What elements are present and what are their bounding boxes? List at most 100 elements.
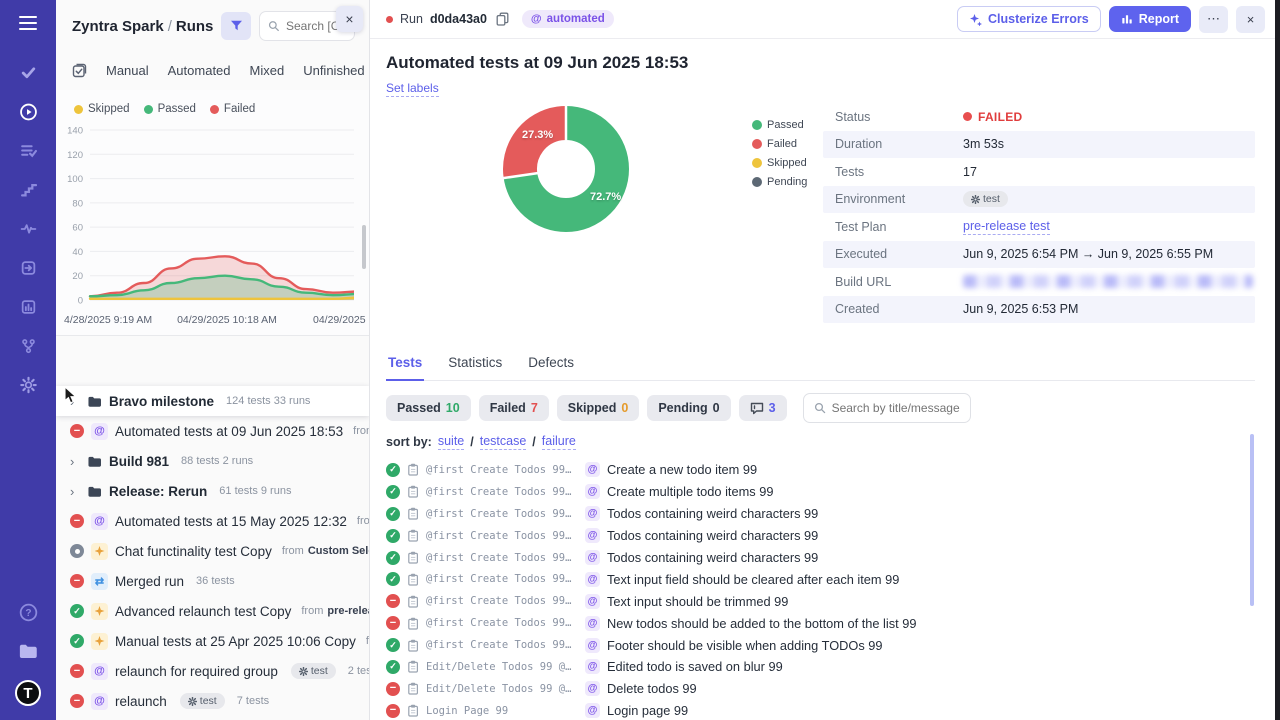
donut-legend-item[interactable]: Skipped bbox=[752, 157, 807, 169]
filter-chip[interactable]: Pending0 bbox=[647, 395, 730, 421]
comments-count: 3 bbox=[769, 401, 776, 415]
more-button[interactable]: ⋯ bbox=[1199, 6, 1228, 33]
run-source[interactable]: pre-release test bbox=[327, 605, 369, 617]
run-tab[interactable]: Defects bbox=[526, 349, 576, 380]
test-plan-link[interactable]: pre-release test bbox=[963, 219, 1050, 235]
test-row[interactable]: @first Create Todos 99… Create multiple … bbox=[386, 481, 1255, 503]
import-icon[interactable] bbox=[20, 259, 37, 276]
run-list-item[interactable]: › Build 981 88 tests 2 runs bbox=[56, 446, 369, 476]
run-list-item[interactable]: Manual tests at 25 Apr 2025 10:06 Copy f… bbox=[56, 626, 369, 656]
test-suite: @first Create Todos 99… bbox=[426, 552, 578, 564]
runs-type-tab[interactable]: Automated bbox=[168, 63, 231, 78]
branch-icon[interactable] bbox=[20, 337, 37, 354]
bar-chart-icon[interactable] bbox=[20, 298, 37, 315]
chart-legend-item[interactable]: Skipped bbox=[74, 103, 130, 115]
copy-icon[interactable] bbox=[496, 12, 509, 26]
close-run-button[interactable]: × bbox=[1236, 6, 1265, 33]
run-list-item[interactable]: relaunch for required group test 2 tests bbox=[56, 656, 369, 686]
runs-type-tab[interactable]: Unfinished bbox=[303, 63, 364, 78]
test-row[interactable]: @first Create Todos 99… Todos containing… bbox=[386, 503, 1255, 525]
filter-button[interactable] bbox=[221, 12, 251, 40]
chart-legend-item[interactable]: Failed bbox=[210, 103, 255, 115]
donut-legend-item[interactable]: Pending bbox=[752, 176, 807, 188]
test-row[interactable]: @first Create Todos 99… Text input shoul… bbox=[386, 590, 1255, 612]
results-donut-chart: 27.3% 72.7% bbox=[496, 99, 636, 239]
run-list-item[interactable]: Chat functinality test Copy fromCustom S… bbox=[56, 536, 369, 566]
donut-passed-label: 72.7% bbox=[590, 191, 621, 203]
status-value: FAILED bbox=[963, 110, 1022, 124]
donut-legend-item[interactable]: Failed bbox=[752, 138, 807, 150]
run-title: relaunch bbox=[115, 694, 167, 709]
runs-type-tab[interactable]: Mixed bbox=[250, 63, 285, 78]
run-tab[interactable]: Tests bbox=[386, 349, 424, 381]
test-row[interactable]: @first Create Todos 99… Todos containing… bbox=[386, 547, 1255, 569]
chevron-right-icon[interactable]: › bbox=[70, 394, 80, 409]
test-row[interactable]: Edit/Delete Todos 99 @… Edited todo is s… bbox=[386, 656, 1255, 678]
select-all-icon[interactable] bbox=[72, 63, 87, 78]
test-row[interactable]: @first Create Todos 99… Todos containing… bbox=[386, 525, 1255, 547]
report-button[interactable]: Report bbox=[1109, 6, 1191, 32]
donut-legend-item[interactable]: Passed bbox=[752, 119, 807, 131]
clusterize-errors-button[interactable]: Clusterize Errors bbox=[957, 6, 1101, 32]
test-row[interactable]: @first Create Todos 99… Create a new tod… bbox=[386, 459, 1255, 481]
panel-close-button[interactable]: × bbox=[336, 6, 363, 32]
test-row[interactable]: @first Create Todos 99… Footer should be… bbox=[386, 634, 1255, 656]
tests-search-input[interactable] bbox=[832, 401, 960, 415]
pulse-icon[interactable] bbox=[20, 220, 37, 237]
run-title: Build 981 bbox=[109, 454, 169, 469]
app-logo[interactable]: T bbox=[15, 680, 41, 706]
set-labels-link[interactable]: Set labels bbox=[386, 81, 439, 97]
menu-icon[interactable] bbox=[19, 16, 37, 30]
test-title: New todos should be added to the bottom … bbox=[607, 616, 916, 631]
run-list-item[interactable]: Automated tests at 15 May 2025 12:32 fro… bbox=[56, 506, 369, 536]
chart-x-axis: 4/28/2025 9:19 AM 04/29/2025 10:18 AM 04… bbox=[56, 312, 369, 335]
build-url-blurred[interactable] bbox=[963, 275, 1253, 288]
folder-icon[interactable] bbox=[18, 642, 38, 660]
folder-icon bbox=[87, 485, 102, 498]
test-suite: @first Create Todos 99… bbox=[426, 530, 578, 542]
test-row[interactable]: @first Create Todos 99… Text input field… bbox=[386, 568, 1255, 590]
sort-by-suite[interactable]: suite bbox=[438, 434, 464, 450]
run-title: Automated tests at 15 May 2025 12:32 bbox=[115, 514, 347, 529]
filter-chip[interactable]: Failed7 bbox=[479, 395, 549, 421]
run-title: Advanced relaunch test Copy bbox=[115, 604, 291, 619]
check-icon[interactable] bbox=[20, 64, 37, 81]
runs-type-tab[interactable]: Manual bbox=[106, 63, 149, 78]
panel-scrollbar-thumb[interactable] bbox=[362, 225, 366, 269]
run-source[interactable]: Custom Selection bbox=[308, 545, 369, 557]
sort-by-testcase[interactable]: testcase bbox=[480, 434, 527, 450]
run-list-item[interactable]: › Bravo milestone 124 tests 33 runs bbox=[56, 386, 369, 416]
runs-history-chart: SkippedPassedFailed 020406080100120140 4… bbox=[56, 90, 369, 336]
run-list-item[interactable]: Advanced relaunch test Copy frompre-rele… bbox=[56, 596, 369, 626]
filter-chip[interactable]: Skipped0 bbox=[557, 395, 640, 421]
window-scrollbar[interactable] bbox=[1275, 0, 1280, 720]
sort-bar: sort by: suite/ testcase/ failure bbox=[386, 434, 1255, 450]
chevron-right-icon[interactable]: › bbox=[70, 484, 80, 499]
chevron-right-icon[interactable]: › bbox=[70, 454, 80, 469]
play-circle-icon[interactable] bbox=[20, 103, 37, 120]
test-title: Footer should be visible when adding TOD… bbox=[607, 638, 883, 653]
test-row[interactable]: Edit/Delete Todos 99 @… Delete todos 99 bbox=[386, 678, 1255, 700]
test-row[interactable]: Login Page 99 Login page 99 bbox=[386, 700, 1255, 720]
run-tab[interactable]: Statistics bbox=[446, 349, 504, 380]
help-icon[interactable]: ? bbox=[19, 603, 38, 622]
test-list-scrollbar-thumb[interactable] bbox=[1250, 434, 1254, 606]
list-check-icon[interactable] bbox=[20, 142, 37, 159]
panel-title: Zyntra Spark/Runs bbox=[72, 18, 213, 35]
run-status-icon bbox=[70, 664, 84, 678]
run-list-item[interactable]: Automated tests at 09 Jun 2025 18:53 fro… bbox=[56, 416, 369, 446]
steps-icon[interactable] bbox=[20, 181, 37, 198]
sort-by-failure[interactable]: failure bbox=[542, 434, 576, 450]
automated-test-icon bbox=[585, 484, 600, 499]
run-title: Merged run bbox=[115, 574, 184, 589]
comments-filter-chip[interactable]: 3 bbox=[739, 395, 787, 421]
details-label: Duration bbox=[835, 137, 963, 151]
chart-legend-item[interactable]: Passed bbox=[144, 103, 196, 115]
run-list-item[interactable]: relaunch test 7 tests bbox=[56, 686, 369, 716]
gear-icon[interactable] bbox=[20, 376, 37, 393]
tests-search[interactable] bbox=[803, 393, 971, 423]
run-list-item[interactable]: Merged run 36 tests bbox=[56, 566, 369, 596]
test-row[interactable]: @first Create Todos 99… New todos should… bbox=[386, 612, 1255, 634]
run-list-item[interactable]: › Release: Rerun 61 tests 9 runs bbox=[56, 476, 369, 506]
filter-chip[interactable]: Passed10 bbox=[386, 395, 471, 421]
